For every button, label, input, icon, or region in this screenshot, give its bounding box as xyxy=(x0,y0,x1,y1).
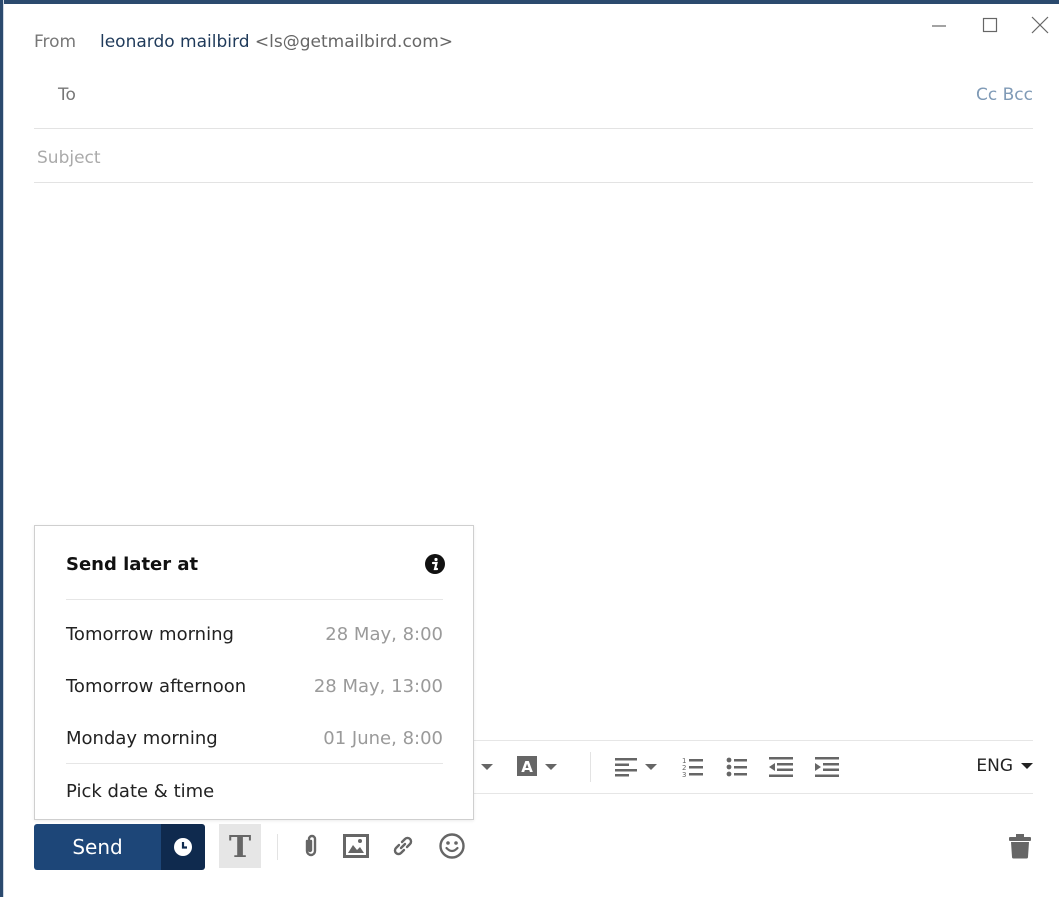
close-button[interactable] xyxy=(1025,12,1055,38)
option-time: 28 May, 13:00 xyxy=(313,675,443,697)
option-label: Pick date & time xyxy=(66,780,215,802)
numbered-list-icon: 123 xyxy=(682,757,703,778)
language-selector[interactable]: ENG xyxy=(976,756,1033,776)
from-label: From xyxy=(34,32,77,52)
outdent-icon xyxy=(769,757,793,777)
text-highlight-color-icon: A xyxy=(517,756,537,776)
send-button-group: Send xyxy=(34,824,205,870)
insert-image-button[interactable] xyxy=(335,824,377,868)
from-account-selector[interactable]: leonardo mailbird <ls@getmailbird.com> xyxy=(100,32,453,52)
to-label: To xyxy=(58,85,76,105)
dropdown-arrow-icon xyxy=(645,764,657,770)
text-format-toggle[interactable]: T xyxy=(219,824,261,868)
close-icon xyxy=(1031,16,1049,34)
window-top-border xyxy=(0,0,1059,4)
language-label: ENG xyxy=(976,756,1013,776)
insert-emoji-button[interactable] xyxy=(431,824,473,868)
outdent-button[interactable] xyxy=(768,754,794,780)
send-button[interactable]: Send xyxy=(34,824,161,870)
discard-draft-button[interactable] xyxy=(999,824,1041,868)
window-left-edge xyxy=(3,0,4,897)
link-icon xyxy=(393,836,413,856)
toolbar-separator xyxy=(277,834,278,860)
option-time: 01 June, 8:00 xyxy=(323,727,443,749)
info-button[interactable] xyxy=(425,554,445,574)
align-left-icon xyxy=(615,758,637,777)
divider xyxy=(34,128,1033,129)
toolbar-separator xyxy=(590,752,591,782)
trash-icon xyxy=(1009,834,1031,859)
from-name: leonardo mailbird xyxy=(100,32,250,52)
cc-bcc-toggle[interactable]: Cc Bcc xyxy=(976,85,1033,105)
text-highlight-color-button[interactable]: A xyxy=(514,754,560,780)
option-label: Tomorrow afternoon xyxy=(66,675,247,697)
image-icon xyxy=(343,834,369,858)
send-later-option[interactable]: Tomorrow afternoon 28 May, 13:00 xyxy=(66,666,443,706)
to-field[interactable] xyxy=(100,80,964,116)
send-later-clock-icon xyxy=(174,838,192,856)
svg-text:3: 3 xyxy=(682,771,686,778)
send-later-popup: Send later at Tomorrow morning 28 May, 8… xyxy=(34,525,474,820)
option-label: Tomorrow morning xyxy=(66,623,234,645)
svg-text:A: A xyxy=(521,758,533,776)
dropdown-arrow-icon xyxy=(545,764,557,770)
send-later-button[interactable] xyxy=(161,824,205,870)
maximize-button[interactable] xyxy=(975,12,1005,38)
pick-date-time-option[interactable]: Pick date & time xyxy=(66,771,443,811)
insert-link-button[interactable] xyxy=(382,824,424,868)
attachment-icon xyxy=(305,834,317,857)
bulleted-list-icon xyxy=(726,757,747,777)
divider xyxy=(66,599,443,600)
align-button[interactable] xyxy=(612,754,660,780)
dropdown-arrow-icon xyxy=(1021,763,1033,769)
emoji-icon xyxy=(439,833,465,859)
maximize-icon xyxy=(982,17,998,33)
info-icon xyxy=(425,554,445,574)
numbered-list-button[interactable]: 123 xyxy=(680,754,706,780)
option-label: Monday morning xyxy=(66,727,218,749)
send-later-option[interactable]: Tomorrow morning 28 May, 8:00 xyxy=(66,614,443,654)
subject-field[interactable] xyxy=(34,140,1036,176)
indent-icon xyxy=(815,757,839,777)
send-later-option[interactable]: Monday morning 01 June, 8:00 xyxy=(66,718,443,758)
font-dropdown-button[interactable] xyxy=(478,754,496,780)
attach-file-button[interactable] xyxy=(290,824,332,868)
text-format-icon: T xyxy=(229,832,252,860)
dropdown-arrow-icon xyxy=(481,764,493,770)
divider xyxy=(66,763,443,764)
divider xyxy=(34,182,1033,183)
popup-title: Send later at xyxy=(66,554,199,575)
from-address: <ls@getmailbird.com> xyxy=(254,32,454,52)
minimize-icon xyxy=(932,25,946,27)
option-time: 28 May, 8:00 xyxy=(325,623,443,645)
minimize-button[interactable] xyxy=(924,12,954,38)
indent-button[interactable] xyxy=(814,754,840,780)
bulleted-list-button[interactable] xyxy=(724,754,750,780)
svg-text:T: T xyxy=(229,832,252,860)
